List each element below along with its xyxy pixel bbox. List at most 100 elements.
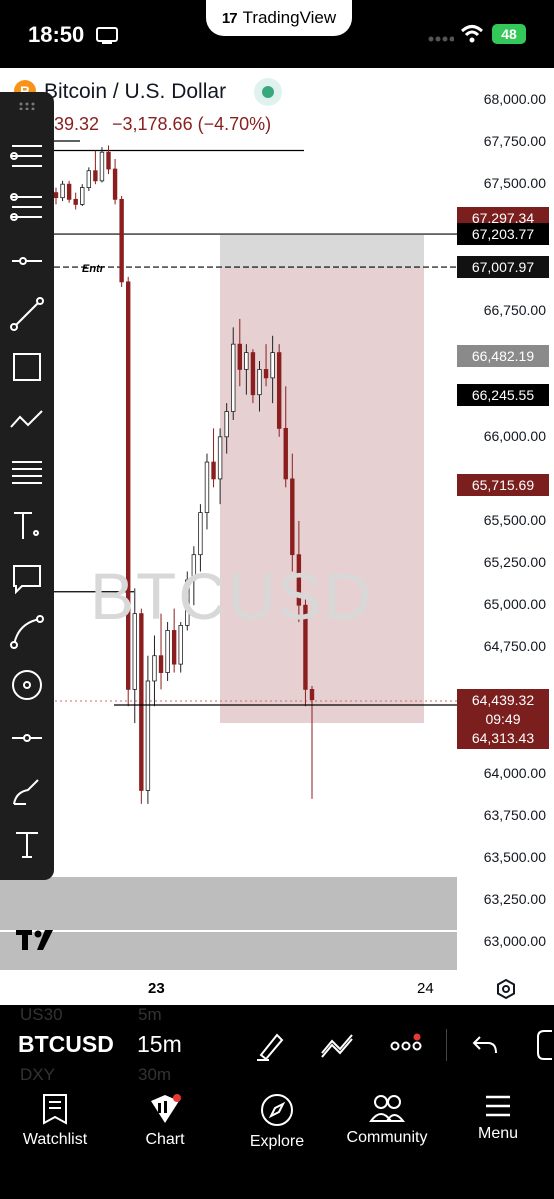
pattern-icon[interactable] [8, 401, 46, 439]
drag-handle-icon[interactable] [19, 102, 35, 110]
nav-chart[interactable]: Chart [110, 1093, 220, 1149]
nav-label: Menu [477, 1125, 519, 1142]
tradingview-logo-icon: 17 [221, 9, 238, 27]
stop-zone[interactable] [220, 235, 424, 268]
nav-watchlist[interactable]: Watchlist [0, 1093, 110, 1149]
circle-icon[interactable] [8, 666, 46, 704]
callout-icon[interactable] [8, 560, 46, 598]
candle-body [217, 436, 223, 480]
symbol-watermark: BTCUSD [90, 559, 374, 633]
price-axis-tick: 65,250.00 [483, 554, 546, 571]
candle-body [198, 512, 203, 556]
price-tag: 67,203.77 [457, 223, 549, 246]
fib-retracement-icon[interactable] [8, 189, 46, 227]
menu-icon [486, 1095, 510, 1117]
status-time: 18:50 [28, 22, 85, 47]
price-tag: 65,715.69 [457, 473, 549, 496]
more-icon[interactable] [390, 1033, 426, 1055]
price-change: −3,178.66 (−4.70%) [112, 114, 272, 134]
fullscreen-icon[interactable] [534, 1029, 554, 1061]
target-zone[interactable] [220, 268, 424, 723]
candle-body [250, 352, 256, 396]
symbol-picker[interactable]: BTCUSD [18, 1031, 114, 1058]
candle-body [211, 461, 216, 480]
text-icon[interactable] [8, 825, 46, 863]
nav-explore[interactable]: Explore [222, 1093, 332, 1151]
candle-body [73, 198, 78, 205]
next-interval[interactable]: 30m [138, 1065, 171, 1085]
candle-body [93, 170, 98, 182]
nav-community[interactable]: Community [332, 1093, 442, 1147]
settings-hexagon-icon[interactable] [495, 978, 517, 1000]
price-axis-tick: 63,500.00 [483, 848, 546, 865]
toolbar-divider [446, 1029, 447, 1061]
candle-body [283, 427, 288, 480]
price-tag: 66,482.19 [457, 344, 549, 367]
candle-body [171, 630, 177, 665]
price-tag: 66,245.55 [457, 384, 549, 407]
candle-body [309, 689, 315, 701]
trend-line-icon[interactable] [8, 295, 46, 333]
entry-label: Entr [82, 263, 105, 275]
bottom-nav: Watchlist Chart Explore Community Menu [0, 1085, 554, 1199]
candle-body [270, 352, 275, 379]
price-partial: 39.32 [54, 114, 100, 134]
pitchfork-icon[interactable] [8, 136, 46, 174]
candle-body [290, 478, 295, 556]
symbol-interval-bar: US30 BTCUSD DXY 5m 15m 30m [0, 1005, 554, 1085]
prev-interval[interactable]: 5m [138, 1005, 162, 1025]
nav-label: Watchlist [22, 1131, 88, 1148]
candle-body [204, 461, 210, 513]
candle-body [60, 183, 65, 199]
screen-mirror-icon [96, 27, 118, 44]
chart-icon [151, 1094, 181, 1123]
tradingview-pill[interactable]: 17 TradingView [206, 0, 352, 36]
horizontal-line-icon[interactable] [8, 242, 46, 280]
drawing-tools-icon[interactable] [255, 1029, 287, 1061]
wifi-icon [460, 25, 484, 43]
candle-body [145, 680, 151, 791]
price-axis-tick: 66,750.00 [483, 301, 546, 318]
candle-body [244, 352, 249, 370]
candle-body [139, 613, 144, 791]
candle-body [106, 151, 111, 170]
compass-icon [261, 1094, 293, 1126]
price-axis-tick: 66,000.00 [483, 427, 546, 444]
battery-indicator: 48 [492, 24, 526, 44]
gann-fan-icon[interactable] [8, 454, 46, 492]
brush-icon[interactable] [8, 772, 46, 810]
prev-symbol[interactable]: US30 [20, 1005, 63, 1025]
rectangle-icon[interactable] [8, 348, 46, 386]
tradingview-watermark-logo-icon [16, 930, 53, 950]
candle-body [165, 630, 170, 673]
candle-body [263, 369, 269, 379]
candle-body [257, 369, 262, 396]
text-anchor-icon[interactable] [8, 507, 46, 545]
candle-body [53, 192, 59, 199]
price-axis-tick: 68,000.00 [483, 91, 546, 107]
nav-label: Community [346, 1129, 428, 1146]
price-axis-tick: 64,000.00 [483, 764, 546, 781]
market-status-indicator[interactable] [254, 78, 282, 106]
ray-icon[interactable] [8, 719, 46, 757]
interval-picker[interactable]: 15m [137, 1031, 182, 1058]
candle-body [237, 343, 242, 370]
next-symbol[interactable]: DXY [20, 1065, 55, 1085]
indicators-icon[interactable] [320, 1031, 354, 1059]
time-axis-label-1: 23 [148, 980, 165, 997]
nav-label: Explore [249, 1133, 305, 1150]
price-axis-tick: 63,250.00 [483, 890, 546, 907]
candle-body [86, 170, 92, 188]
nav-label: Chart [145, 1131, 185, 1148]
chart-area[interactable]: Entr BTCUSD 68,000.00 67,750.00 67,500.00 6… [0, 68, 554, 1005]
candle-body [276, 352, 282, 429]
nav-menu[interactable]: Menu [443, 1093, 553, 1143]
undo-icon[interactable] [472, 1033, 498, 1057]
price-axis-tick: 63,000.00 [483, 933, 546, 949]
curve-icon[interactable] [8, 613, 46, 651]
price-tag: 67,007.97 [457, 256, 549, 279]
candle-body [152, 655, 157, 682]
price-axis-tick: 63,750.00 [483, 806, 546, 823]
price-axis-tick: 67,750.00 [483, 133, 546, 150]
time-axis-label-2: 24 [417, 980, 434, 997]
